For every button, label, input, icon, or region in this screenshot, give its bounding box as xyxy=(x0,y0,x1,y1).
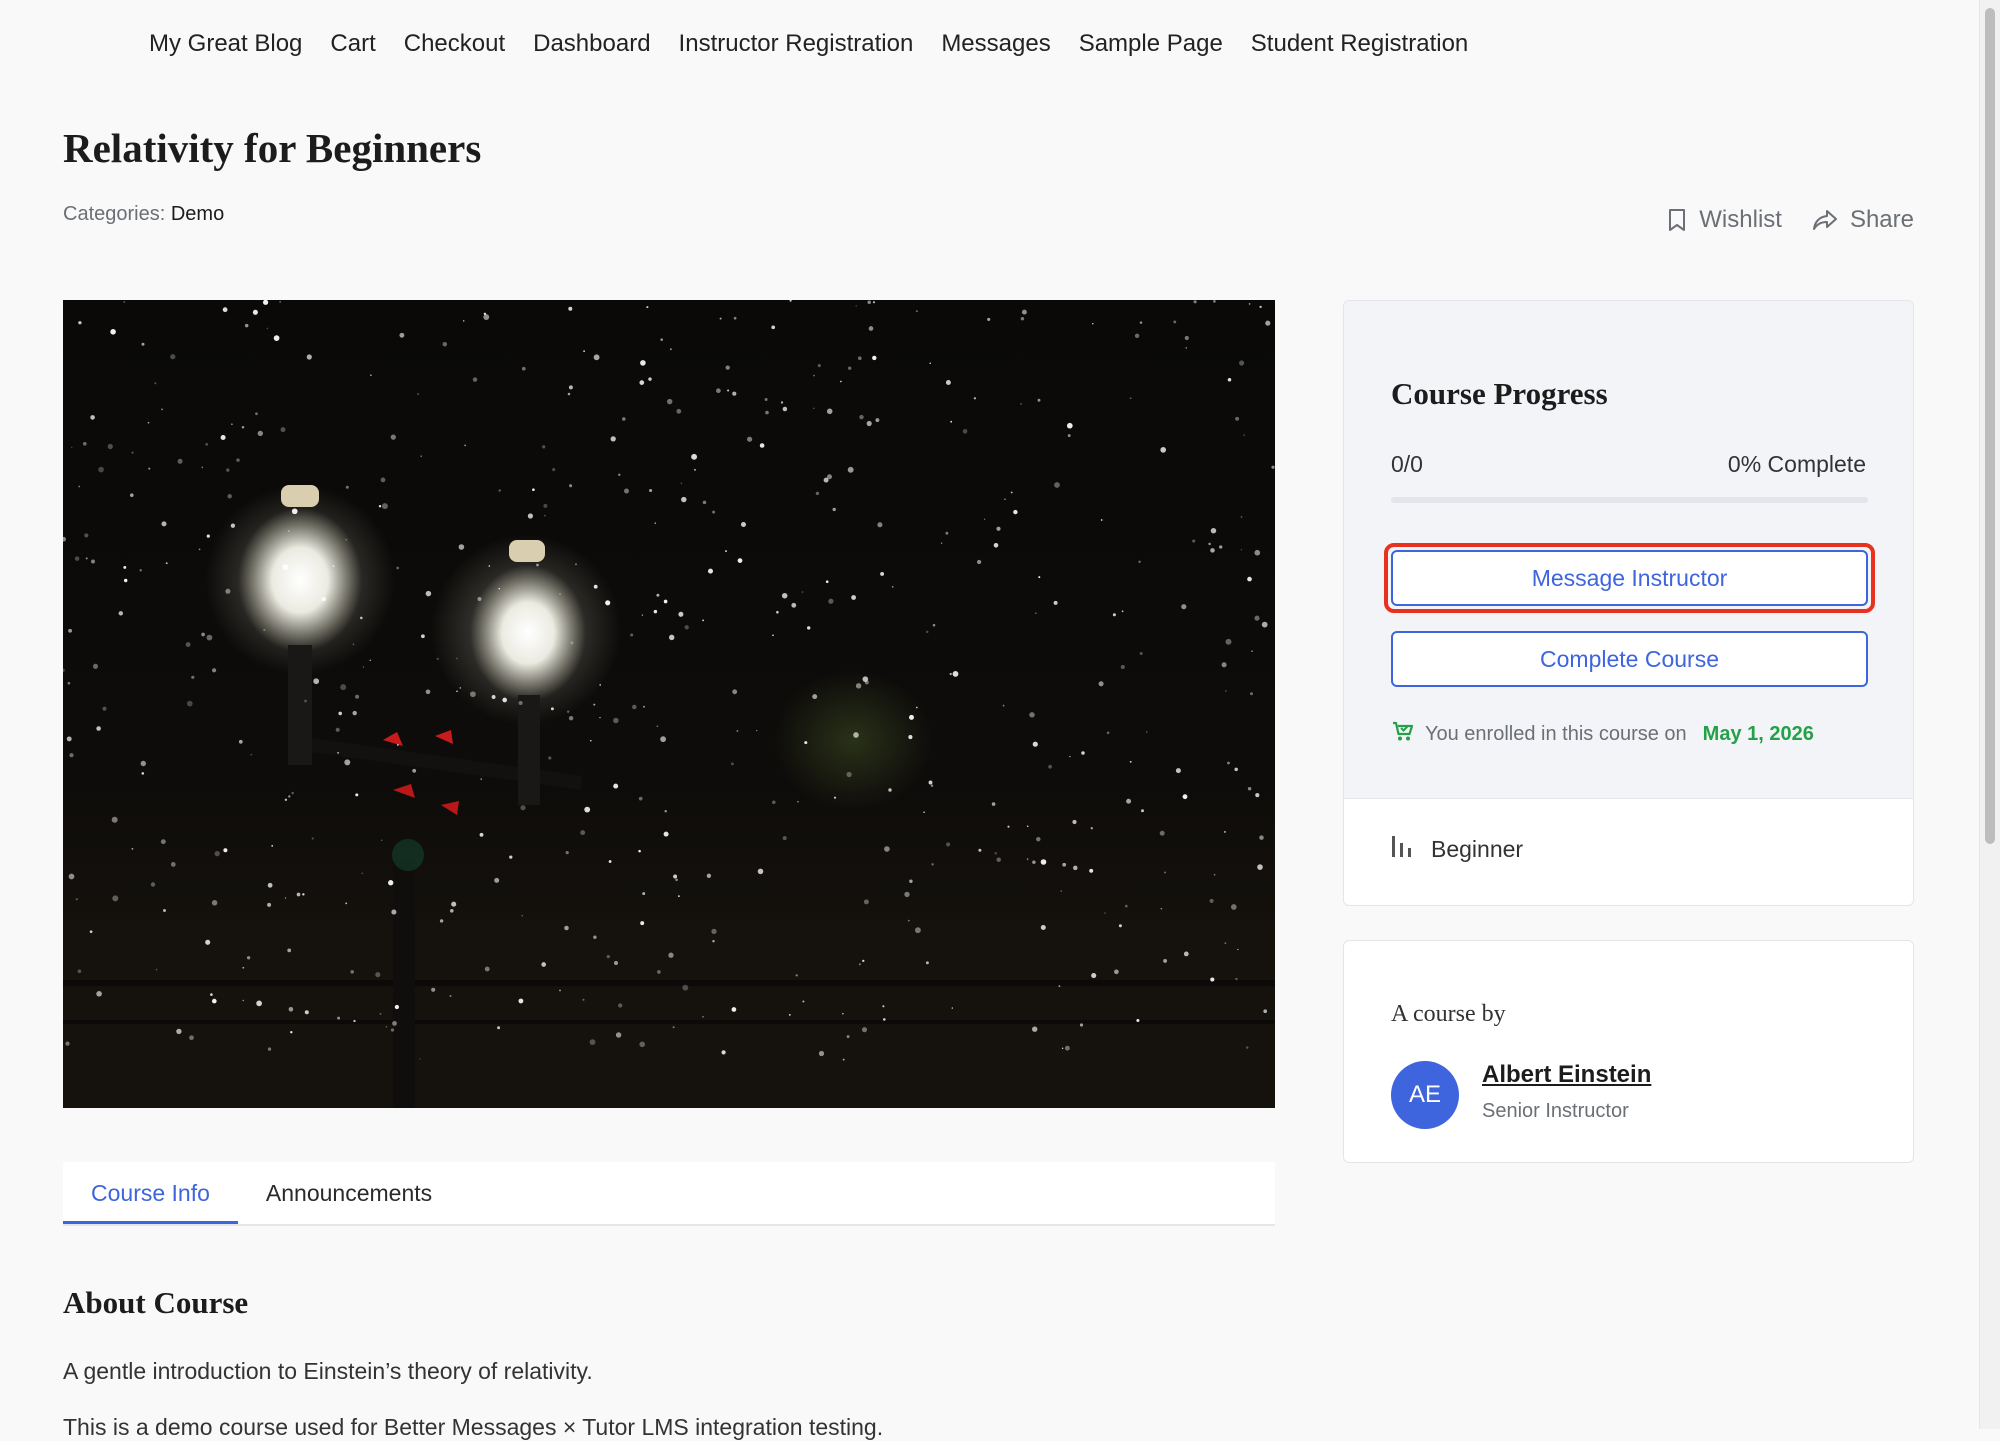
wishlist-button[interactable]: Wishlist xyxy=(1667,206,1782,234)
page-title: Relativity for Beginners xyxy=(63,125,482,171)
avatar[interactable]: AE xyxy=(1391,1061,1459,1129)
instructor-role: Senior Instructor xyxy=(1482,1100,1629,1122)
course-by-label: A course by xyxy=(1391,1001,1506,1027)
instructor-card: A course by AE Albert Einstein Senior In… xyxy=(1343,940,1914,1163)
course-progress-title: Course Progress xyxy=(1391,376,1608,411)
nav-item-student-registration[interactable]: Student Registration xyxy=(1251,30,1468,58)
course-tabs: Course Info Announcements xyxy=(63,1162,1275,1226)
wishlist-label: Wishlist xyxy=(1699,206,1782,233)
about-course-heading: About Course xyxy=(63,1285,249,1320)
top-nav: My Great Blog Cart Checkout Dashboard In… xyxy=(149,30,1468,58)
nav-item-cart[interactable]: Cart xyxy=(330,30,375,58)
share-button[interactable]: Share xyxy=(1812,206,1914,234)
progress-percent: 0% Complete xyxy=(1727,451,1866,477)
level-label: Beginner xyxy=(1431,835,1524,862)
progress-count: 0/0 xyxy=(1391,451,1423,477)
nav-item-checkout[interactable]: Checkout xyxy=(404,30,505,58)
message-instructor-button[interactable]: Message Instructor xyxy=(1391,550,1868,606)
course-thumbnail xyxy=(63,300,1275,1108)
course-actions: Wishlist Share xyxy=(1667,206,1914,234)
complete-course-button[interactable]: Complete Course xyxy=(1391,631,1868,687)
course-progress-card: Course Progress 0/0 0% Complete Message … xyxy=(1343,300,1914,906)
nav-item-dashboard[interactable]: Dashboard xyxy=(533,30,650,58)
bookmark-icon xyxy=(1667,208,1687,232)
nav-item-instructor-registration[interactable]: Instructor Registration xyxy=(679,30,914,58)
course-level: Beginner xyxy=(1391,834,1523,864)
nav-item-messages[interactable]: Messages xyxy=(941,30,1050,58)
enrolled-date: May 1, 2026 xyxy=(1702,722,1814,745)
nav-item-sample-page[interactable]: Sample Page xyxy=(1079,30,1223,58)
tab-course-info[interactable]: Course Info xyxy=(63,1162,238,1224)
nav-item-my-great-blog[interactable]: My Great Blog xyxy=(149,30,302,58)
page-scrollbar[interactable] xyxy=(1979,0,2000,1429)
instructor-name-link[interactable]: Albert Einstein xyxy=(1482,1061,1651,1089)
street-lamp-photo xyxy=(63,300,1275,1108)
categories-label: Categories: xyxy=(63,203,166,225)
cart-icon xyxy=(1391,719,1415,749)
share-icon xyxy=(1812,209,1838,231)
enrollment-info: You enrolled in this course on May 1, 20… xyxy=(1391,719,1814,749)
share-label: Share xyxy=(1849,206,1914,233)
scrollbar-thumb[interactable] xyxy=(1985,8,1995,844)
category-link[interactable]: Demo xyxy=(171,203,224,225)
level-bars-icon xyxy=(1391,834,1413,864)
tab-announcements[interactable]: Announcements xyxy=(238,1162,460,1224)
about-paragraph: This is a demo course used for Better Me… xyxy=(63,1414,884,1440)
progress-section: Course Progress 0/0 0% Complete Message … xyxy=(1344,301,1913,799)
progress-bar xyxy=(1391,497,1868,503)
about-paragraph: A gentle introduction to Einstein’s theo… xyxy=(63,1358,593,1384)
enrolled-text: You enrolled in this course on xyxy=(1425,722,1687,745)
course-categories: Categories: Demo xyxy=(63,203,224,226)
